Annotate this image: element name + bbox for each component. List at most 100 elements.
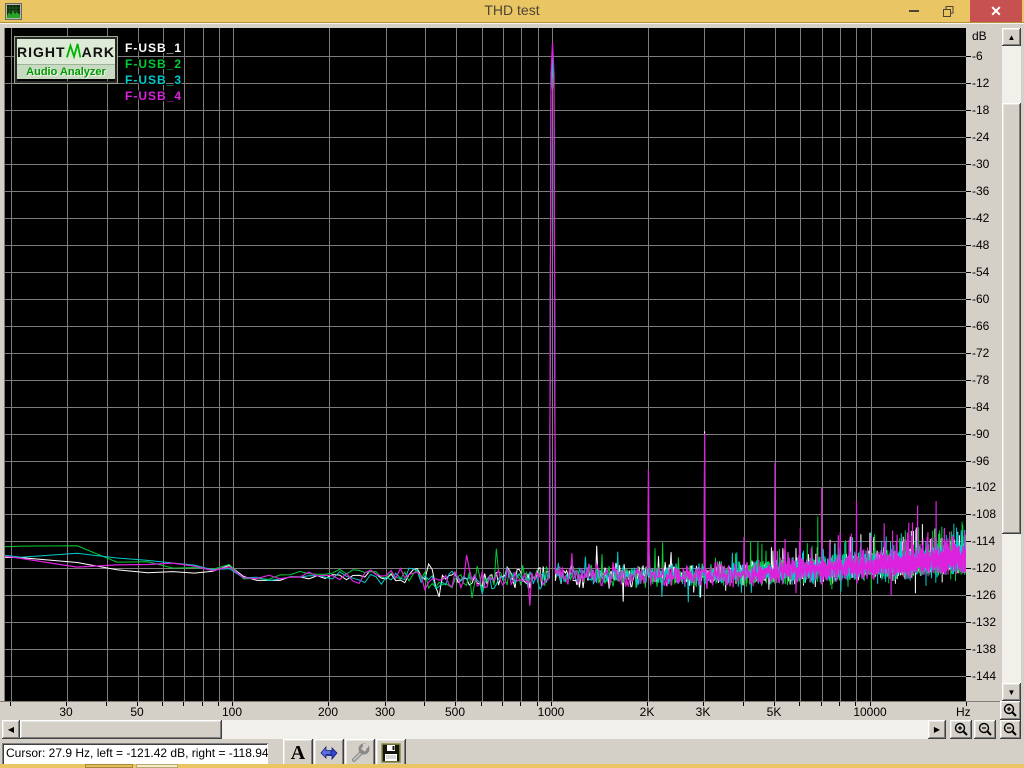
y-tick-label: -132 xyxy=(972,615,997,629)
scroll-down-button[interactable]: ▼ xyxy=(1002,683,1021,701)
y-tick-mark xyxy=(966,461,971,462)
y-tick-label: -114 xyxy=(972,534,996,548)
horizontal-scrollbar[interactable]: ◀ ▶ xyxy=(2,720,946,739)
scroll-left-button[interactable]: ◀ xyxy=(2,720,20,739)
x-tick-label: 30 xyxy=(59,705,73,719)
close-button[interactable]: ✕ xyxy=(970,0,1022,22)
scroll-right-button[interactable]: ▶ xyxy=(928,720,946,739)
x-tick-mark xyxy=(821,702,822,706)
x-tick-label: 10000 xyxy=(853,705,887,719)
scroll-up-button[interactable]: ▲ xyxy=(1002,28,1021,46)
save-button[interactable] xyxy=(376,739,406,767)
spectrum-plot[interactable]: RIGHT ARK Audio Analyzer F-USB_1 F-USB_2 F… xyxy=(4,28,966,701)
app-window: THD test ✕ RIGHT ARK Audio Analyzer F-US… xyxy=(0,0,1024,768)
x-tick-label: 100 xyxy=(221,705,243,719)
desktop-edge-strip xyxy=(0,764,1024,768)
y-tick-label: -36 xyxy=(972,184,990,198)
y-tick-mark xyxy=(966,299,971,300)
zoom-out-vertical-button[interactable] xyxy=(1000,720,1021,739)
restore-button[interactable] xyxy=(934,0,962,22)
save-floppy-icon xyxy=(381,743,401,763)
y-tick-mark xyxy=(966,83,971,84)
window-body: RIGHT ARK Audio Analyzer F-USB_1 F-USB_2 F… xyxy=(0,23,1024,767)
x-axis: Hz 30 50 100 200 300 500 1000 2K 3K 5K 10000 xyxy=(0,701,1002,720)
zoom-out-icon xyxy=(1003,722,1017,736)
zoom-in-vertical-button[interactable] xyxy=(1000,701,1021,720)
font-button[interactable]: A xyxy=(283,739,313,767)
y-tick-label: -138 xyxy=(972,642,997,656)
zoom-in-icon xyxy=(954,722,968,736)
x-tick-mark xyxy=(106,702,107,706)
y-tick-label: -6 xyxy=(972,49,983,63)
x-tick-label: 500 xyxy=(444,705,466,719)
y-tick-label: -108 xyxy=(972,507,997,521)
y-tick-label: -42 xyxy=(972,211,990,225)
x-tick-mark xyxy=(481,702,482,706)
y-tick-label: -24 xyxy=(972,130,990,144)
x-tick-label: 300 xyxy=(374,705,396,719)
y-tick-mark xyxy=(966,326,971,327)
title-bar: THD test ✕ xyxy=(0,0,1024,23)
y-tick-mark xyxy=(966,676,971,677)
logo-text-ark: ARK xyxy=(81,43,115,60)
minimize-icon xyxy=(909,10,919,12)
y-tick-mark xyxy=(966,649,971,650)
y-tick-label: -96 xyxy=(972,454,990,468)
spectrum-chart xyxy=(5,28,966,701)
y-tick-mark xyxy=(966,137,971,138)
y-tick-mark xyxy=(966,434,971,435)
y-tick-label: -84 xyxy=(972,400,990,414)
y-tick-label: -60 xyxy=(972,292,990,306)
zoom-out-horizontal-button[interactable] xyxy=(974,720,996,739)
y-tick-label: -30 xyxy=(972,157,990,171)
y-tick-label: -102 xyxy=(972,480,997,494)
settings-button[interactable] xyxy=(345,739,375,767)
x-tick-label: 1000 xyxy=(537,705,565,719)
close-icon: ✕ xyxy=(990,3,1002,19)
x-tick-label: 50 xyxy=(130,705,144,719)
legend-entry: F-USB_3 xyxy=(125,73,183,87)
minimize-button[interactable] xyxy=(900,0,928,22)
y-tick-label: -144 xyxy=(972,669,997,683)
x-tick-mark xyxy=(202,702,203,706)
x-tick-mark xyxy=(162,702,163,706)
x-tick-mark xyxy=(966,702,967,706)
y-axis: dB -6 -12 -18 -24 -30 -36 -42 -48 -54 -60 -66 -72 -7… xyxy=(966,28,1002,701)
y-tick-mark xyxy=(966,407,971,408)
y-tick-mark xyxy=(966,272,971,273)
y-tick-label: -18 xyxy=(972,103,990,117)
x-tick-mark xyxy=(218,702,219,706)
x-tick-mark xyxy=(183,702,184,706)
refresh-button[interactable] xyxy=(314,739,344,767)
x-tick-mark xyxy=(743,702,744,706)
logo-text-right: RIGHT xyxy=(17,43,66,60)
legend: F-USB_1 F-USB_2 F-USB_3 F-USB_4 xyxy=(125,40,182,104)
y-tick-mark xyxy=(966,622,971,623)
y-tick-mark xyxy=(966,568,971,569)
y-tick-label: -12 xyxy=(972,76,990,90)
zoom-in-horizontal-button[interactable] xyxy=(950,720,972,739)
restore-icon xyxy=(942,5,953,17)
zoom-in-icon xyxy=(1003,703,1017,717)
y-tick-mark xyxy=(966,380,971,381)
y-tick-mark xyxy=(966,191,971,192)
y-tick-mark xyxy=(966,110,971,111)
x-tick-mark xyxy=(799,702,800,706)
x-tick-mark xyxy=(839,702,840,706)
y-tick-mark xyxy=(966,245,971,246)
horizontal-scrollbar-thumb[interactable] xyxy=(20,720,222,739)
logo-subtitle: Audio Analyzer xyxy=(17,65,115,79)
y-tick-label: -78 xyxy=(972,373,990,387)
zoom-out-icon xyxy=(978,722,992,736)
x-tick-label: 5K xyxy=(766,705,782,719)
y-tick-label: -54 xyxy=(972,265,990,279)
x-axis-unit: Hz xyxy=(956,705,971,719)
vertical-scrollbar[interactable]: ▲ ▼ xyxy=(1002,28,1021,701)
font-icon: A xyxy=(290,741,306,764)
vertical-scrollbar-thumb[interactable] xyxy=(1002,103,1021,534)
x-tick-mark xyxy=(502,702,503,706)
x-tick-label: 200 xyxy=(317,705,339,719)
background-window-peek xyxy=(136,764,178,768)
refresh-icon xyxy=(320,745,338,761)
window-title: THD test xyxy=(484,2,540,18)
